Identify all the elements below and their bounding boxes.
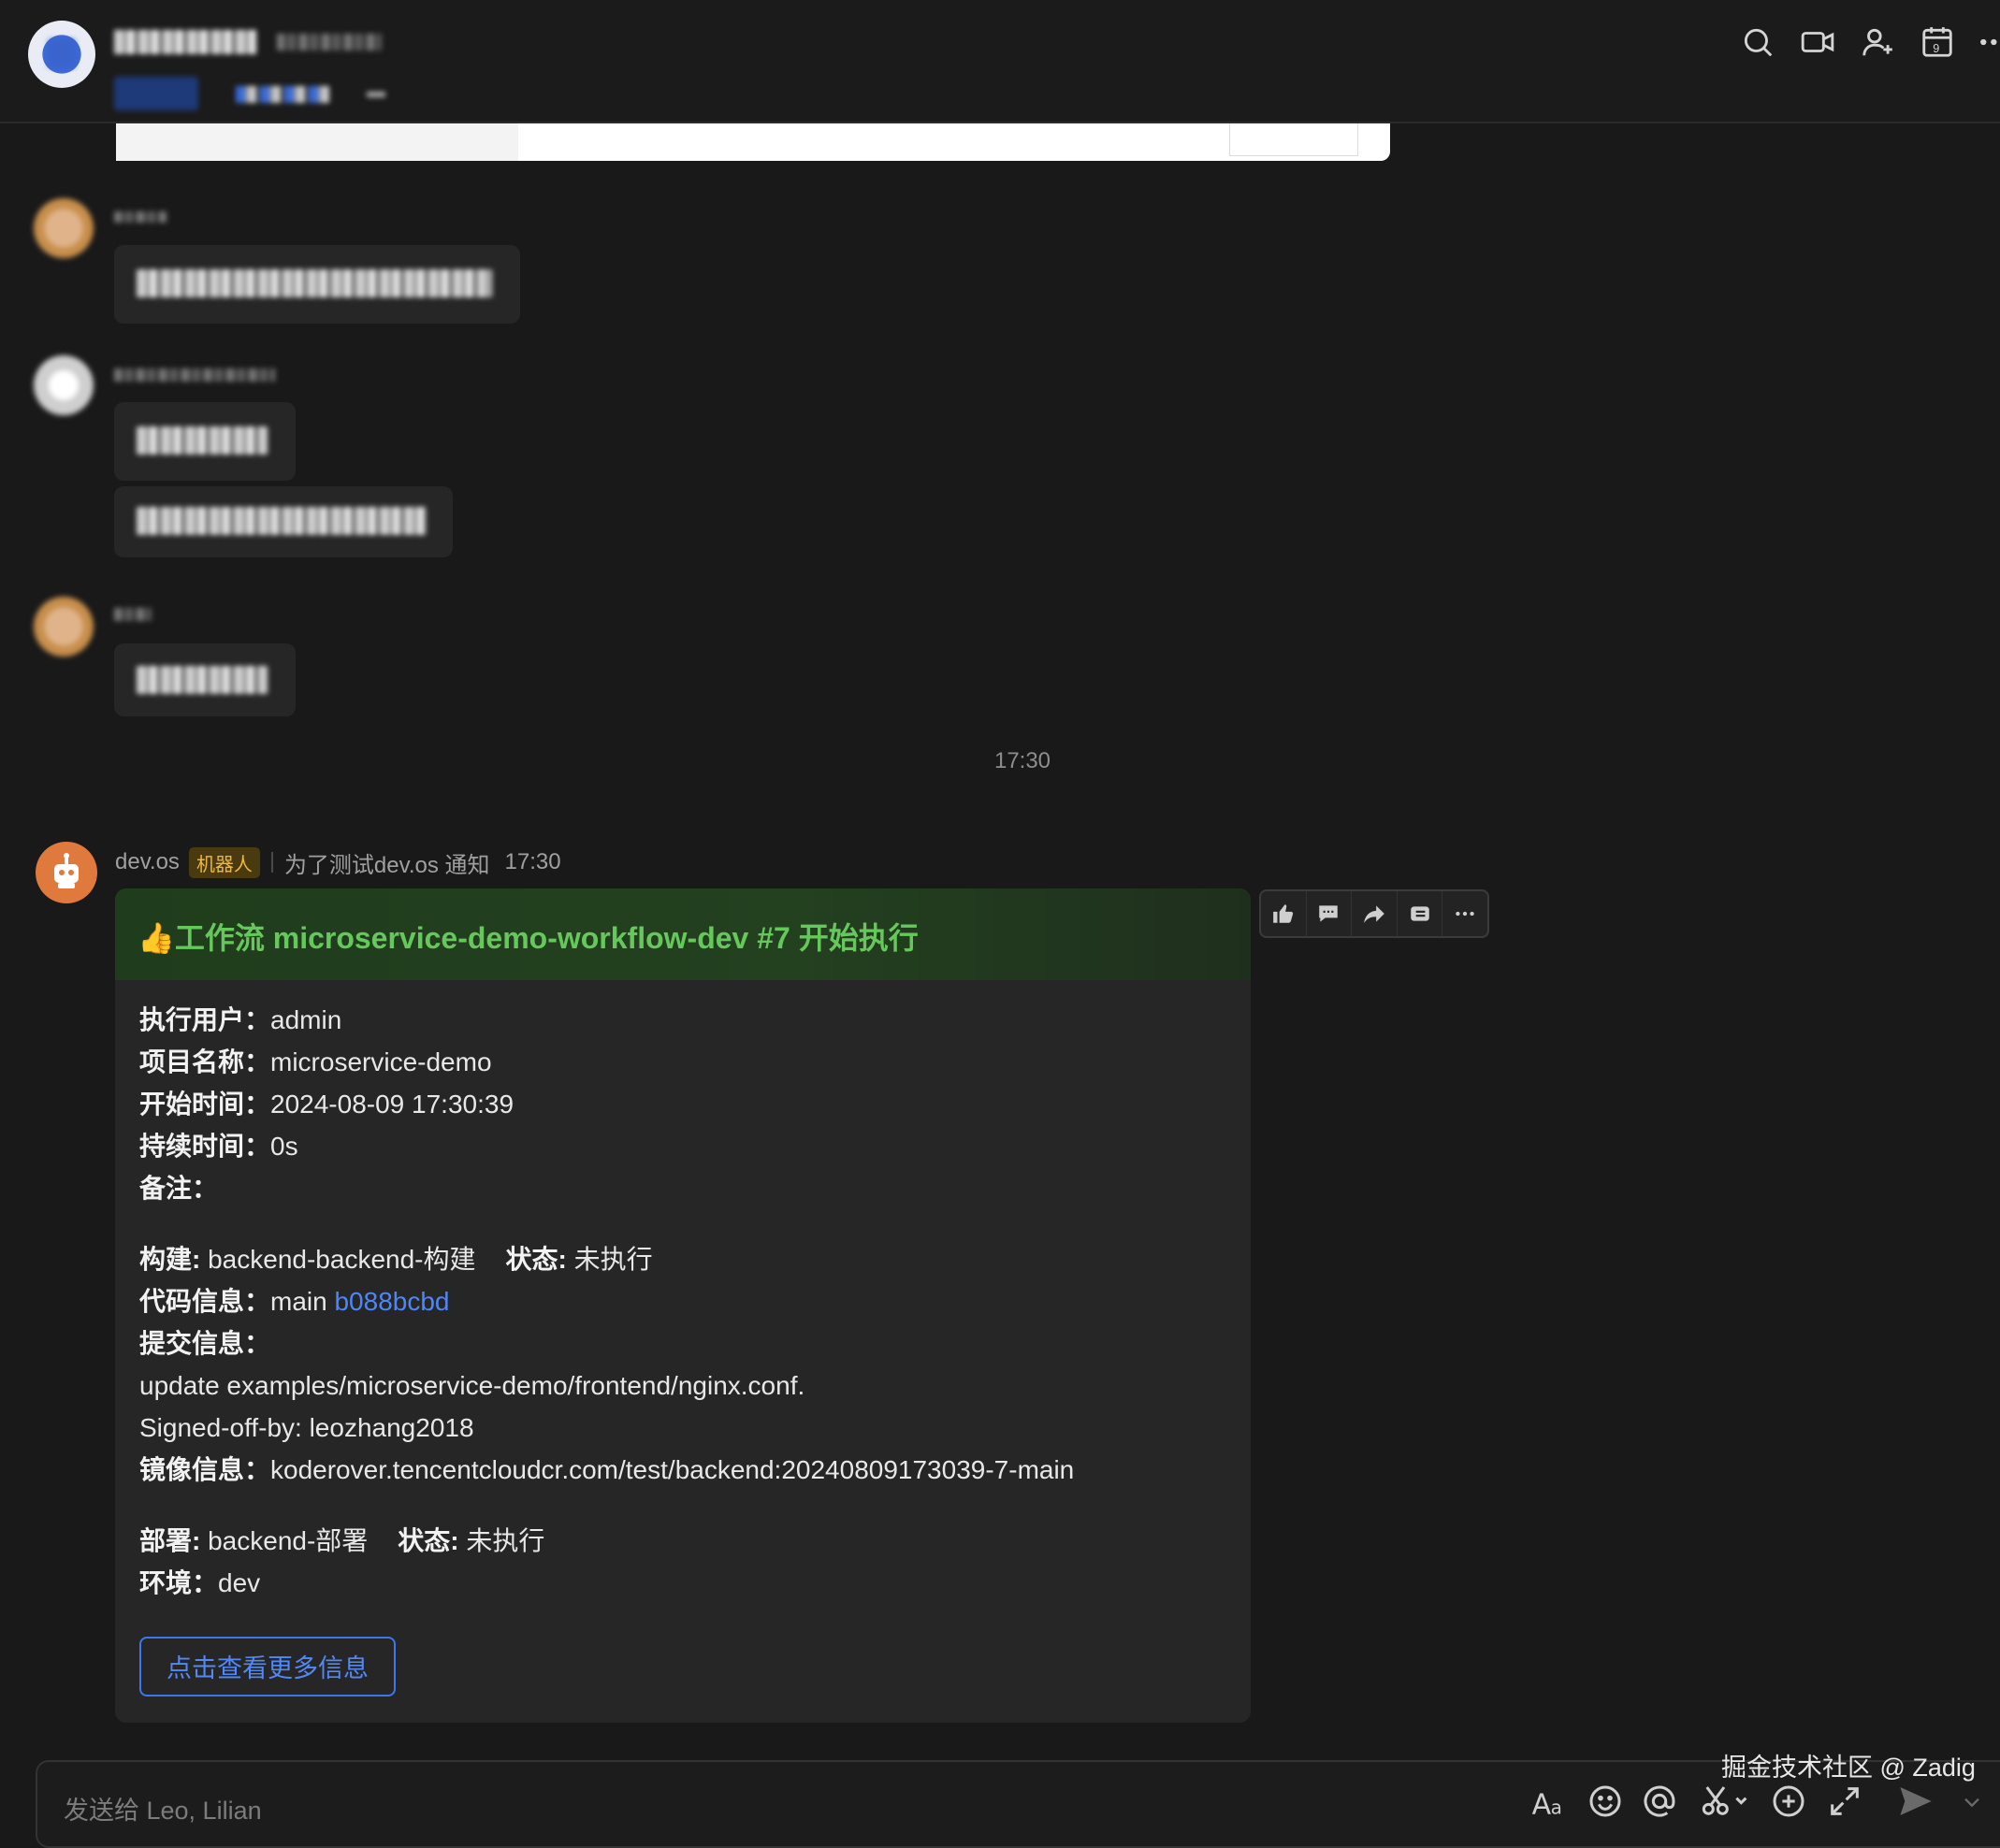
add-tab-button[interactable] (367, 92, 385, 97)
card-header: 👍工作流 microservice-demo-workflow-dev #7 开… (115, 888, 1251, 980)
bot-badge: 机器人 (188, 846, 260, 878)
commit-info: 提交信息： (139, 1329, 271, 1358)
video-call-icon[interactable] (1800, 24, 1835, 60)
sender-name[interactable]: dev.os (115, 849, 180, 875)
emoji-icon[interactable] (1587, 1783, 1624, 1820)
svg-text:9: 9 (1933, 42, 1939, 55)
code-info: 代码信息：main b088bcbd (139, 1287, 450, 1316)
message-bubble (114, 486, 453, 557)
add-member-icon[interactable] (1860, 24, 1895, 60)
previous-card-preview (116, 123, 1390, 161)
meta-divider (270, 852, 273, 873)
message-bubble (114, 245, 520, 324)
send-icon[interactable] (1897, 1783, 1935, 1820)
commit-message-line: update examples/microservice-demo/fronte… (139, 1371, 805, 1400)
calendar-icon[interactable]: 9 (1920, 24, 1955, 60)
card-title: 👍工作流 microservice-demo-workflow-dev #7 开… (138, 921, 919, 955)
expand-icon[interactable] (1826, 1783, 1863, 1820)
chat-title (114, 30, 256, 54)
field-duration: 持续时间：0s (139, 1132, 298, 1161)
commit-link[interactable]: b088bcbd (334, 1287, 449, 1316)
group-avatar[interactable] (28, 21, 95, 88)
svg-text:A: A (1532, 1788, 1552, 1820)
watermark: 掘金技术社区 @ Zadig (1721, 1754, 1976, 1782)
workflow-card: 👍工作流 microservice-demo-workflow-dev #7 开… (115, 888, 1251, 1723)
sender-name (114, 368, 275, 382)
avatar[interactable] (34, 355, 94, 415)
bot-avatar[interactable] (36, 842, 97, 903)
card-body: 执行用户：admin 项目名称：microservice-demo 开始时间：2… (139, 999, 1074, 1604)
message-source: 为了测试dev.os 通知 (283, 852, 490, 878)
view-more-button[interactable]: 点击查看更多信息 (139, 1637, 396, 1696)
image-info: 镜像信息：koderover.tencentcloudcr.com/test/b… (139, 1455, 1075, 1484)
composer-placeholder[interactable]: 发送给 Leo, Lilian (64, 1790, 262, 1826)
chat-header: 9 (0, 0, 2000, 123)
robot-icon (54, 853, 79, 888)
search-icon[interactable] (1740, 24, 1775, 60)
sender-name (114, 211, 167, 223)
forward-icon[interactable] (1352, 891, 1398, 936)
avatar[interactable] (34, 198, 94, 258)
time-divider: 17:30 (993, 748, 1051, 773)
message-meta: dev.os 机器人 为了测试dev.os 通知 17:30 (115, 846, 561, 878)
svg-text:a: a (1551, 1796, 1562, 1818)
field-remark: 备注： (139, 1174, 219, 1203)
more-icon[interactable] (1976, 24, 2000, 60)
reply-icon[interactable] (1307, 891, 1353, 936)
thumbs-up-icon[interactable] (1261, 891, 1307, 936)
tab-chat[interactable] (114, 77, 198, 110)
mention-icon[interactable] (1641, 1783, 1678, 1820)
chevron-down-icon[interactable] (1959, 1783, 1985, 1820)
tab-docs[interactable] (236, 86, 329, 103)
more-icon[interactable] (1442, 891, 1487, 936)
pin-icon[interactable] (1398, 891, 1443, 936)
scissors-icon[interactable] (1699, 1783, 1749, 1820)
message-time: 17:30 (504, 849, 561, 874)
message-actions (1259, 889, 1489, 938)
field-user: 执行用户：admin (139, 1005, 342, 1034)
add-icon[interactable] (1770, 1783, 1807, 1820)
chat-subtitle (277, 34, 382, 51)
deploy-line: 部署: backend-部署 状态: 未执行 (139, 1526, 545, 1555)
text-format-icon[interactable]: Aa (1530, 1783, 1568, 1821)
commit-signoff-line: Signed-off-by: leozhang2018 (139, 1413, 474, 1442)
sender-name (114, 608, 152, 621)
message-bubble (114, 643, 296, 716)
field-project: 项目名称：microservice-demo (139, 1047, 492, 1076)
field-start-time: 开始时间：2024-08-09 17:30:39 (139, 1090, 514, 1119)
env-line: 环境：dev (139, 1568, 261, 1597)
avatar[interactable] (34, 597, 94, 657)
message-bubble (114, 402, 296, 481)
build-line: 构建: backend-backend-构建 状态: 未执行 (139, 1245, 653, 1274)
